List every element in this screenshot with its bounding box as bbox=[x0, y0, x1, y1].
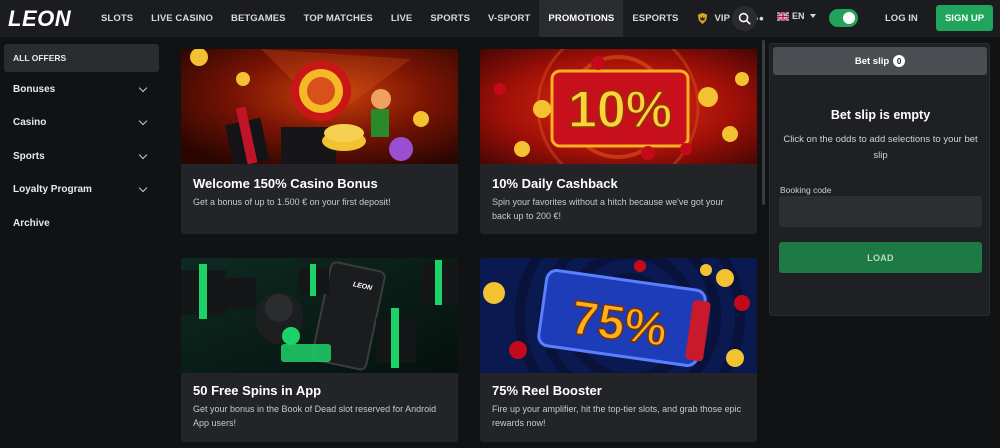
promo-description: Get a bonus of up to 1.500 € on your fir… bbox=[193, 197, 391, 207]
promo-card[interactable]: LEON 50 Free Spins in App Get your bonus… bbox=[181, 258, 458, 442]
uk-flag-icon bbox=[777, 11, 789, 21]
nav-live-casino[interactable]: LIVE CASINO bbox=[142, 0, 222, 37]
chevron-down-icon bbox=[138, 183, 148, 192]
chevron-down-icon bbox=[138, 116, 148, 125]
nav-esports[interactable]: ESPORTS bbox=[623, 0, 687, 37]
promo-image-casino-bonus bbox=[181, 49, 458, 164]
promo-description: Spin your favorites without a hitch beca… bbox=[492, 197, 724, 221]
sidebar-item-label: Sports bbox=[13, 150, 45, 162]
toggle-knob bbox=[843, 12, 855, 24]
sidebar-item-archive[interactable]: Archive bbox=[4, 209, 159, 237]
top-header: LEON SLOTS LIVE CASINO BETGAMES TOP MATC… bbox=[0, 0, 1000, 37]
load-button[interactable]: LOAD bbox=[779, 242, 982, 273]
bet-slip-hint: Click on the odds to add selections to y… bbox=[783, 134, 978, 161]
promo-title: 10% Daily Cashback bbox=[492, 176, 618, 191]
promo-title: 50 Free Spins in App bbox=[193, 383, 322, 398]
sidebar-item-label: ALL OFFERS bbox=[13, 53, 67, 63]
search-button[interactable] bbox=[732, 6, 757, 31]
sidebar-item-label: Casino bbox=[13, 116, 47, 128]
sidebar-item-label: Bonuses bbox=[13, 83, 56, 95]
promo-title: 75% Reel Booster bbox=[492, 383, 602, 398]
nav-slots[interactable]: SLOTS bbox=[92, 0, 142, 37]
promotions-sidebar: ALL OFFERS Bonuses Casino Sports Loyalty… bbox=[0, 37, 166, 448]
booking-code-label: Booking code bbox=[780, 185, 832, 195]
promo-image-free-spins-app: LEON bbox=[181, 258, 458, 373]
language-selector[interactable]: EN bbox=[777, 11, 816, 21]
sidebar-item-label: Archive bbox=[13, 217, 50, 229]
bet-slip-tab-label: Bet slip bbox=[854, 55, 890, 67]
signup-button[interactable]: SIGN UP bbox=[936, 5, 993, 31]
sidebar-item-sports[interactable]: Sports bbox=[4, 142, 159, 170]
promo-image-reel-booster: 75% bbox=[480, 258, 757, 373]
leon-logo[interactable]: LEON bbox=[8, 6, 88, 32]
nav-vip-label: VIP bbox=[714, 13, 731, 24]
chevron-down-icon bbox=[138, 83, 148, 92]
sidebar-item-label: Loyalty Program bbox=[13, 183, 92, 195]
theme-toggle[interactable] bbox=[829, 9, 858, 27]
crown-shield-icon bbox=[698, 12, 708, 25]
promo-description: Fire up your amplifier, hit the top-tier… bbox=[492, 404, 742, 428]
promo-description: Get your bonus in the Book of Dead slot … bbox=[193, 404, 437, 428]
bet-slip-tab[interactable]: Bet slip 0 bbox=[773, 47, 987, 75]
nav-betgames[interactable]: BETGAMES bbox=[222, 0, 295, 37]
sidebar-item-casino[interactable]: Casino bbox=[4, 108, 159, 136]
booking-code-input[interactable] bbox=[779, 196, 982, 227]
nav-live[interactable]: LIVE bbox=[382, 0, 422, 37]
main-nav: SLOTS LIVE CASINO BETGAMES TOP MATCHES L… bbox=[92, 0, 774, 37]
promo-card[interactable]: Welcome 150% Casino Bonus Get a bonus of… bbox=[181, 49, 458, 234]
bet-slip-count-badge: 0 bbox=[893, 55, 906, 67]
promo-art-text: 10% bbox=[568, 81, 672, 139]
sidebar-item-loyalty-program[interactable]: Loyalty Program bbox=[4, 175, 159, 203]
bet-slip-panel: Bet slip 0 Bet slip is empty Click on th… bbox=[769, 43, 990, 316]
language-label: EN bbox=[792, 11, 805, 21]
sidebar-item-all-offers[interactable]: ALL OFFERS bbox=[4, 44, 159, 72]
nav-promotions[interactable]: PROMOTIONS bbox=[539, 0, 624, 37]
nav-v-sport[interactable]: V-SPORT bbox=[479, 0, 539, 37]
bet-slip-empty-title: Bet slip is empty bbox=[830, 108, 931, 122]
promo-card[interactable]: 75% 75% Reel Booster Fire up your amplif… bbox=[480, 258, 757, 442]
chevron-down-icon bbox=[138, 150, 148, 159]
content-scrollbar[interactable] bbox=[762, 40, 765, 205]
nav-top-matches[interactable]: TOP MATCHES bbox=[295, 0, 382, 37]
promo-title: Welcome 150% Casino Bonus bbox=[193, 176, 378, 191]
search-icon bbox=[738, 12, 751, 25]
login-button[interactable]: LOG IN bbox=[885, 13, 918, 24]
promo-card[interactable]: 10% 10% Daily Cashback Spin your favorit… bbox=[480, 49, 757, 234]
promo-image-daily-cashback: 10% bbox=[480, 49, 757, 164]
sidebar-item-bonuses[interactable]: Bonuses bbox=[4, 75, 159, 103]
nav-sports[interactable]: SPORTS bbox=[421, 0, 479, 37]
chevron-down-icon bbox=[809, 14, 816, 18]
